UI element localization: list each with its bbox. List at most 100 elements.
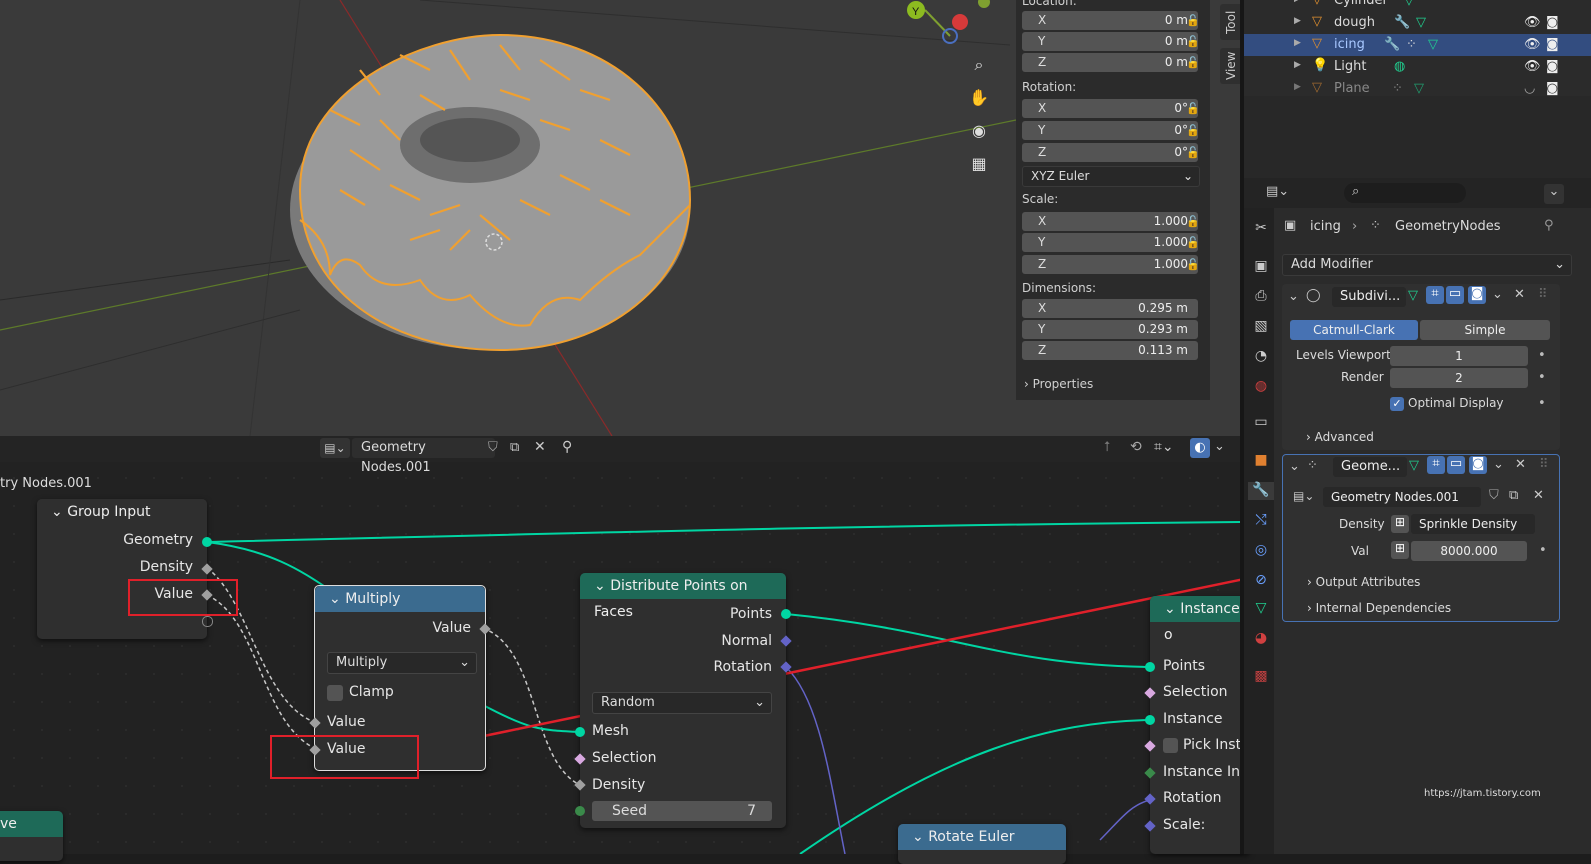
location-y-field[interactable]: Y0 m <box>1022 32 1198 51</box>
dimensions-z-field[interactable]: Z 0.113 m <box>1022 341 1198 360</box>
object-tab-icon[interactable]: ■ <box>1252 452 1270 470</box>
physics-tab-icon[interactable]: ◎ <box>1252 542 1270 560</box>
render-camera-icon[interactable]: ◙ <box>1469 456 1487 474</box>
geometry-socket[interactable] <box>575 727 585 737</box>
modifier-tab-icon[interactable]: 🔧 <box>1248 482 1274 500</box>
keyframe-dot-icon[interactable]: • <box>1538 348 1546 363</box>
duplicate-icon[interactable]: ⧉ <box>510 440 519 455</box>
node-tree-browse-icon[interactable]: ▤⌄ <box>1293 489 1314 503</box>
group-input-node[interactable]: ⌄ Group Input Geometry Density Value <box>37 499 213 639</box>
duplicate-icon[interactable]: ⧉ <box>1509 488 1518 503</box>
lock-icon[interactable]: 🔓 <box>1186 14 1200 27</box>
lock-icon[interactable]: 🔓 <box>1186 258 1200 271</box>
internal-dependencies-subpanel[interactable]: › Internal Dependencies <box>1307 601 1451 615</box>
chevron-down-icon[interactable]: ⌄ <box>1289 459 1300 474</box>
chevron-down-icon[interactable]: ⌄ <box>1493 457 1504 472</box>
outliner-item[interactable]: ▶ ▽ dough 🔧 ▽ 👁 ◙ <box>1244 12 1564 34</box>
distribute-mode-select[interactable]: Random ⌄ <box>592 692 772 714</box>
outliner-item[interactable]: ▶ ▽ Cylinder ▽ <box>1244 0 1564 12</box>
properties-subpanel[interactable]: › Properties <box>1024 377 1093 391</box>
pick-instance-checkbox[interactable] <box>1163 738 1178 753</box>
lock-icon[interactable]: 🔓 <box>1186 102 1200 115</box>
geometry-socket[interactable] <box>781 609 791 619</box>
scene-tab-icon[interactable]: ◔ <box>1252 348 1270 366</box>
chevron-down-icon[interactable]: ⌄ <box>1214 439 1225 454</box>
optimal-display-checkbox[interactable]: ✓ <box>1390 397 1404 411</box>
fake-user-shield-icon[interactable]: ⛉ <box>488 440 498 455</box>
outliner-item[interactable]: ▶ 💡 Light ◍ 👁 ◙ <box>1244 56 1564 78</box>
int-socket[interactable] <box>575 806 585 816</box>
simple-button[interactable]: Simple <box>1420 320 1550 340</box>
modifier-name-field[interactable]: Subdivi... <box>1332 287 1406 307</box>
editmode-icon[interactable]: ⌗ <box>1427 456 1445 474</box>
view-layer-tab-icon[interactable]: ▧ <box>1252 318 1270 336</box>
lock-icon[interactable]: 🔓 <box>1186 56 1200 69</box>
distribute-points-node[interactable]: ⌄ Distribute Points on Faces Points Norm… <box>574 573 792 828</box>
rotation-z-field[interactable]: Z 0° <box>1022 143 1198 162</box>
rotation-mode-select[interactable]: XYZ Euler ⌄ <box>1022 166 1200 187</box>
node-tree-name[interactable]: Geometry Nodes.001 <box>352 438 495 475</box>
output-tab-icon[interactable]: ⎙ <box>1252 288 1270 306</box>
tab-view[interactable]: View <box>1220 48 1240 84</box>
lock-icon[interactable]: 🔓 <box>1186 146 1200 159</box>
material-tab-icon[interactable]: ◕ <box>1252 630 1270 648</box>
density-attribute-field[interactable]: Sprinkle Density <box>1411 514 1535 534</box>
scale-y-field[interactable]: Y 1.000 <box>1022 233 1198 252</box>
geometry-socket[interactable] <box>202 537 212 547</box>
attribute-toggle-icon[interactable]: ⊞ <box>1391 515 1409 533</box>
parent-arrow-icon[interactable]: ⭡ <box>1104 439 1111 455</box>
chevron-down-icon[interactable]: ⌄ <box>1492 287 1503 302</box>
edit-cage-icon[interactable]: ▽ <box>1409 458 1419 473</box>
operation-select[interactable]: Multiply ⌄ <box>327 652 477 674</box>
clamp-checkbox[interactable] <box>327 685 343 701</box>
rotation-y-field[interactable]: Y 0° <box>1022 121 1198 140</box>
particles-tab-icon[interactable]: ⤭ <box>1252 512 1270 530</box>
fake-user-shield-icon[interactable]: ⛉ <box>1489 488 1499 503</box>
drag-handle-icon[interactable]: ⠿ <box>1539 457 1549 472</box>
modifier-name-field[interactable]: Geome... <box>1333 457 1407 477</box>
close-icon[interactable]: ✕ <box>1514 287 1525 302</box>
lock-icon[interactable]: 🔓 <box>1186 35 1200 48</box>
lock-icon[interactable]: 🔓 <box>1186 236 1200 249</box>
dimensions-y-field[interactable]: Y 0.293 m <box>1022 320 1198 339</box>
edit-cage-icon[interactable]: ▽ <box>1408 288 1418 303</box>
keyframe-dot-icon[interactable]: • <box>1538 396 1546 411</box>
chevron-down-icon[interactable]: ⌄ <box>1288 289 1299 304</box>
render-camera-icon[interactable]: ◙ <box>1468 286 1486 304</box>
overlay-icon[interactable]: ◐ <box>1190 438 1210 458</box>
drag-handle-icon[interactable]: ⠿ <box>1538 287 1548 302</box>
data-tab-icon[interactable]: ▽ <box>1252 600 1270 618</box>
add-modifier-dropdown[interactable]: Add Modifier ⌄ <box>1282 254 1572 276</box>
pin-icon[interactable]: ⚲ <box>562 439 572 455</box>
attribute-toggle-icon[interactable]: ⊞ <box>1391 541 1409 559</box>
outliner-item-selected[interactable]: ▶ ▽ icing 🔧 ⁘ ▽ 👁 ◙ <box>1244 34 1591 56</box>
value-field[interactable]: 8000.000 <box>1411 541 1527 561</box>
world-tab-icon[interactable]: ◍ <box>1252 378 1270 396</box>
instance-on-points-node[interactable]: ⌄ Instance o Points Selection Instance P… <box>1144 596 1250 854</box>
geometry-socket[interactable] <box>1145 715 1155 725</box>
close-icon[interactable]: ✕ <box>1533 488 1544 503</box>
close-icon[interactable]: ✕ <box>534 439 546 455</box>
lock-icon[interactable]: 🔓 <box>1186 124 1200 137</box>
editor-type-icon[interactable]: ▤⌄ <box>1266 184 1289 199</box>
constraints-tab-icon[interactable]: ⊘ <box>1252 572 1270 590</box>
catmull-clark-button[interactable]: Catmull-Clark <box>1290 320 1418 340</box>
levels-viewport-field[interactable]: 1 <box>1390 346 1528 366</box>
seed-field[interactable]: Seed 7 <box>592 801 772 821</box>
tab-tool[interactable]: Tool <box>1220 4 1240 40</box>
lock-icon[interactable]: 🔓 <box>1186 215 1200 228</box>
texture-tab-icon[interactable]: ▩ <box>1252 668 1270 686</box>
zoom-icon[interactable]: ⌕ <box>966 52 992 78</box>
snap-grid-icon[interactable]: ⌗⌄ <box>1154 439 1174 455</box>
collection-tab-icon[interactable]: ▭ <box>1252 414 1270 432</box>
keyframe-dot-icon[interactable]: • <box>1539 543 1547 558</box>
snap-icon[interactable]: ⟲ <box>1130 439 1142 455</box>
location-x-field[interactable]: X0 m <box>1022 11 1198 30</box>
grid-view-icon[interactable]: ▦ <box>966 150 992 176</box>
dimensions-x-field[interactable]: X 0.295 m <box>1022 299 1198 318</box>
chevron-down-icon[interactable]: ⌄ <box>1544 184 1564 204</box>
output-attributes-subpanel[interactable]: › Output Attributes <box>1307 575 1420 589</box>
scale-x-field[interactable]: X 1.000 <box>1022 212 1198 231</box>
camera-icon[interactable]: ◉ <box>966 117 992 143</box>
search-input[interactable]: ⌕ <box>1344 183 1466 203</box>
